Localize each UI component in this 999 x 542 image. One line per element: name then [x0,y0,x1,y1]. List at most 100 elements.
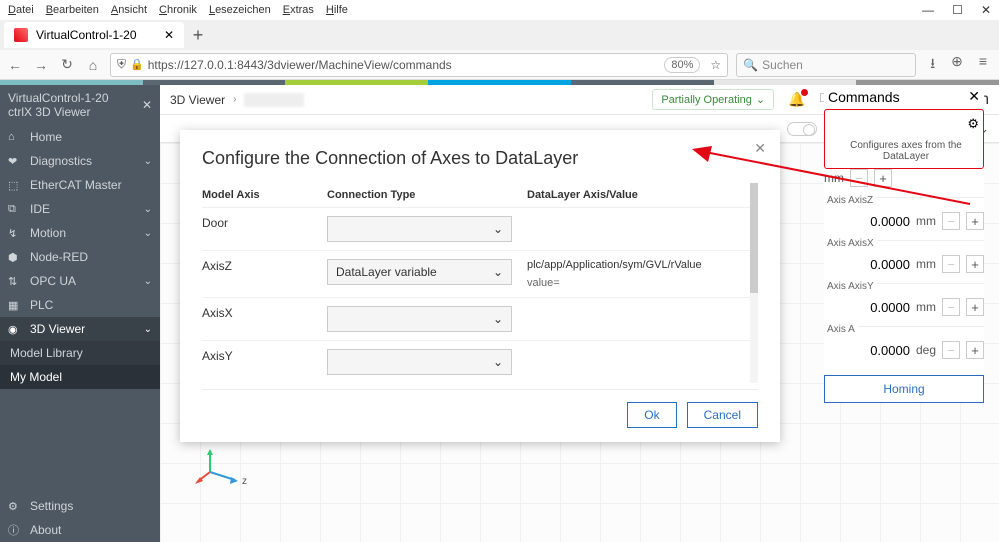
row-axis: AxisY [202,349,327,363]
zoom-level[interactable]: 80% [664,57,700,73]
menu-lesezeichen[interactable]: Lesezeichen [209,4,271,16]
plus-button[interactable]: + [966,341,984,359]
col-datalayer: DataLayer Axis/Value [527,189,758,201]
menu-ansicht[interactable]: Ansicht [111,4,147,16]
reload-icon[interactable]: ↻ [58,56,76,73]
commands-panel: Commands ✕ ⚙ Configures axes from the Da… [824,88,984,403]
sidebar-item-ethercat-master[interactable]: ⬚EtherCAT Master [0,173,160,197]
new-tab-button[interactable]: + [184,25,212,46]
menu-extras[interactable]: Extras [283,4,314,16]
row-axis: AxisZ [202,259,327,273]
commands-title: Commands [828,89,900,105]
chevron-down-icon: ⌄ [493,265,503,279]
sidebar-icon: ◉ [8,323,22,336]
scrollbar[interactable] [750,183,758,383]
plus-button[interactable]: + [874,169,892,187]
row-datalayer: plc/app/Application/sym/GVL/rValuevalue= [527,259,758,289]
sidebar-icon: ❤ [8,155,22,168]
axis-name: Axis AxisX [824,238,877,249]
back-icon[interactable]: ← [6,57,24,73]
sidebar-close-icon[interactable]: ✕ [142,98,152,112]
menu-datei[interactable]: Datei [8,4,34,16]
connection-type-dropdown[interactable]: ⌄ [327,349,512,375]
configure-axes-modal: ✕ Configure the Connection of Axes to Da… [180,130,780,442]
configure-axes-icon[interactable]: ⚙ [967,116,979,132]
connection-type-dropdown[interactable]: ⌄ [327,216,512,242]
commands-close-icon[interactable]: ✕ [968,88,980,105]
sidebar-item-diagnostics[interactable]: ❤ Diagnostics ⌄ [0,149,160,173]
extensions-icon[interactable]: ⊕ [951,53,963,77]
axis-unit: mm [916,300,936,314]
row-axis: AxisX [202,306,327,320]
plus-button[interactable]: + [966,212,984,230]
sidebar-icon: ⇅ [8,275,22,288]
window-maximize[interactable]: ☐ [952,3,963,17]
callout-tooltip: Configures axes from the DataLayer [833,140,979,162]
sidebar-item-3d-viewer[interactable]: ◉3D Viewer⌄ [0,317,160,341]
axis-block: Axis A 0.0000 deg − + [824,326,984,369]
browser-menubar: Datei Bearbeiten Ansicht Chronik Lesezei… [0,0,999,20]
breadcrumb-root[interactable]: 3D Viewer [170,93,225,107]
status-button[interactable]: Partially Operating ⌄ [652,89,774,110]
url-bar[interactable]: ⛨ 🔒 https://127.0.0.1:8443/3dviewer/Mach… [110,53,728,77]
menu-chronik[interactable]: Chronik [159,4,197,16]
window-minimize[interactable]: — [922,3,934,17]
axis-name: Axis AxisY [824,281,877,292]
sidebar-sub-model-library[interactable]: Model Library [0,341,160,365]
sidebar-item-plc[interactable]: ▦PLC [0,293,160,317]
connect-toggle[interactable] [787,122,817,136]
info-icon: ⓘ [8,522,22,538]
plus-button[interactable]: + [966,255,984,273]
sidebar-item-opc-ua[interactable]: ⇅OPC UA⌄ [0,269,160,293]
window-close[interactable]: ✕ [981,3,991,17]
breadcrumb-blurred [244,93,304,107]
sidebar-item-label: IDE [30,202,50,216]
minus-button[interactable]: − [942,298,960,316]
bell-icon[interactable]: 🔔 [788,91,805,108]
star-icon[interactable]: ☆ [710,58,721,72]
menu-hilfe[interactable]: Hilfe [326,4,348,16]
plus-button[interactable]: + [966,298,984,316]
minus-button[interactable]: − [942,212,960,230]
modal-title: Configure the Connection of Axes to Data… [202,148,758,169]
browser-tab[interactable]: VirtualControl-1-20 ✕ [4,22,184,48]
sidebar-item-label: PLC [30,298,53,312]
sidebar: VirtualControl-1-20 ctrlX 3D Viewer ✕ ⌂H… [0,85,160,542]
axis-value: 0.0000 [824,257,910,272]
sidebar-icon: ↯ [8,227,22,240]
connection-type-dropdown[interactable]: DataLayer variable⌄ [327,259,512,285]
minus-button[interactable]: − [942,255,960,273]
forward-icon[interactable]: → [32,57,50,73]
sidebar-sub-my-model[interactable]: My Model [0,365,160,389]
minus-button[interactable]: − [942,341,960,359]
tab-close-icon[interactable]: ✕ [164,28,174,42]
sidebar-item-home[interactable]: ⌂Home [0,125,160,149]
chevron-down-icon: ⌄ [144,156,152,167]
sidebar-icon: ⌂ [8,131,22,143]
menu-bearbeiten[interactable]: Bearbeiten [46,4,99,16]
modal-close-icon[interactable]: ✕ [754,140,766,157]
sidebar-item-label: Model Library [10,346,83,360]
search-box[interactable]: 🔍 Suchen [736,53,916,77]
sidebar-item-label: Diagnostics [30,154,92,168]
minus-button[interactable]: − [850,169,868,187]
sidebar-item-label: EtherCAT Master [30,178,122,192]
sidebar-icon: ⬢ [8,251,22,264]
sidebar-item-label: 3D Viewer [30,322,85,336]
homing-button[interactable]: Homing [824,375,984,403]
sidebar-item-settings[interactable]: ⚙ Settings [0,494,160,518]
sidebar-item-about[interactable]: ⓘ About [0,518,160,542]
sidebar-icon: ⧉ [8,203,22,216]
sidebar-item-ide[interactable]: ⧉IDE⌄ [0,197,160,221]
download-icon[interactable]: ⭳ [930,53,935,77]
lock-icon: 🔒 [130,58,144,71]
sidebar-item-node-red[interactable]: ⬢Node-RED [0,245,160,269]
home-icon[interactable]: ⌂ [84,57,102,73]
sidebar-item-motion[interactable]: ↯Motion⌄ [0,221,160,245]
connection-type-dropdown[interactable]: ⌄ [327,306,512,332]
ok-button[interactable]: Ok [627,402,676,428]
axis-value: 0.0000 [824,300,910,315]
cancel-button[interactable]: Cancel [687,402,758,428]
favicon [14,28,28,42]
menu-icon[interactable]: ≡ [979,53,987,77]
